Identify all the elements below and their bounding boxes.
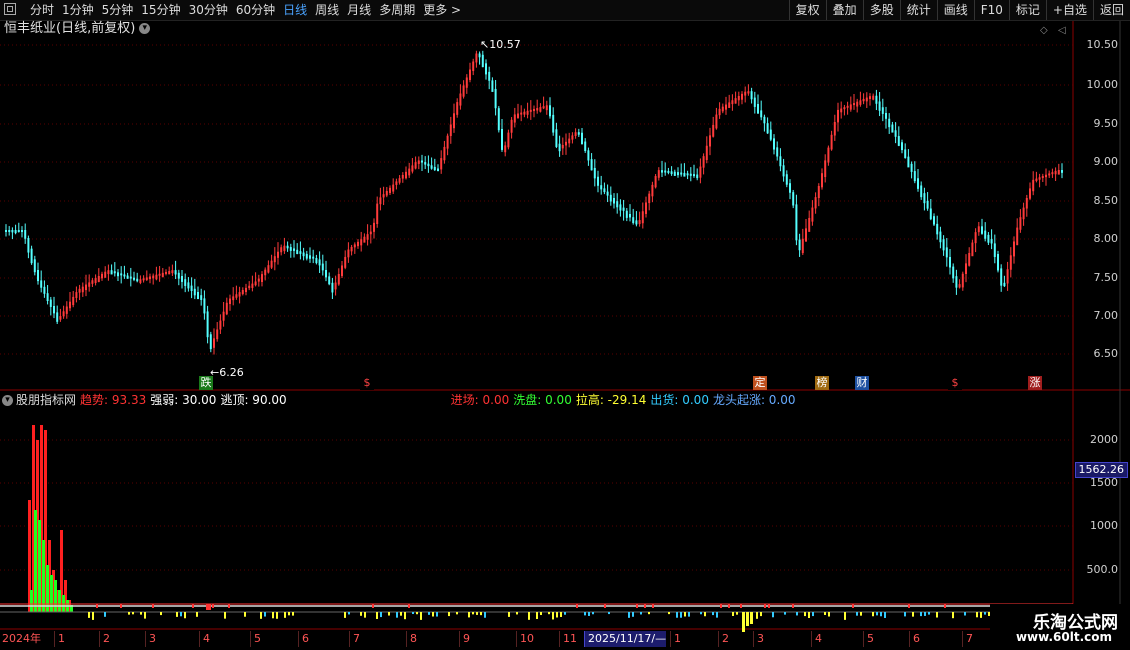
event-badge[interactable]: 涨 (1028, 376, 1042, 390)
indicator-item: 出货: 0.00 (650, 393, 709, 407)
date-label: 5 (863, 631, 874, 647)
event-badge[interactable]: 定 (753, 376, 767, 390)
indicator-item: 强弱: 30.00 (150, 393, 217, 407)
price-axis-label: 9.00 (1093, 155, 1119, 168)
date-label: 1 (54, 631, 65, 647)
price-axis-label: 7.50 (1093, 271, 1119, 284)
date-label: 10 (516, 631, 534, 647)
watermark-url: www.60lt.com (1015, 630, 1112, 644)
indicator-name[interactable]: 股朋指标网 (16, 393, 76, 407)
indicator-item: 拉高: -29.14 (575, 393, 647, 407)
indicator-item: 洗盘: 0.00 (513, 393, 572, 407)
event-badge[interactable]: 榜 (815, 376, 829, 390)
event-badge[interactable]: 财 (855, 376, 869, 390)
date-label: 2 (99, 631, 110, 647)
price-axis-label: 8.50 (1093, 194, 1119, 207)
event-badge[interactable]: $ (948, 376, 962, 390)
date-label: 2 (718, 631, 729, 647)
date-label: 11 (559, 631, 577, 647)
date-label: 2025/11/17/— (584, 631, 667, 647)
indicator-axis-label: 500.0 (1086, 563, 1119, 576)
date-label: 3 (145, 631, 156, 647)
date-label: 1 (670, 631, 681, 647)
watermark: 乐淘公式网 www.60lt.com (990, 604, 1130, 650)
event-badge[interactable]: 跌 (199, 376, 213, 390)
event-badge[interactable]: $ (360, 376, 374, 390)
date-label: 6 (909, 631, 920, 647)
indicator-item: 进场: 0.00 (450, 393, 510, 407)
price-axis-label: 6.50 (1093, 347, 1119, 360)
indicator-item: 趋势: 93.33 (80, 393, 147, 407)
date-label: 4 (811, 631, 822, 647)
indicator-axis-label: 2000 (1090, 433, 1118, 446)
indicator-header: ▾ 股朋指标网 趋势: 93.33 强弱: 30.00 逃顶: 90.00 进场: 0.0… (2, 392, 804, 408)
indicator-value-badge: 1562.26 (1074, 462, 1128, 478)
price-axis-label: 9.50 (1093, 117, 1119, 130)
date-label: 4 (199, 631, 210, 647)
date-label: 7 (962, 631, 973, 647)
date-label: 5 (250, 631, 261, 647)
price-axis-label: 7.00 (1093, 309, 1119, 322)
high-marker: ↖10.57 (480, 38, 521, 51)
indicator-item: 龙头起涨: 0.00 (712, 393, 796, 407)
date-axis: 2024年 1 2 3 4 5 6 7 8 9 10 11 2025/11/17/— 1 2 3 4 5 6 7 (0, 631, 1075, 650)
date-label: 8 (406, 631, 417, 647)
date-label: 9 (459, 631, 470, 647)
price-axis-label: 10.50 (1086, 38, 1119, 51)
date-label: 6 (298, 631, 309, 647)
chart-canvas[interactable] (0, 0, 1130, 650)
indicator-item: 逃顶: 90.00 (220, 393, 287, 407)
low-marker: ←6.26 (210, 366, 244, 379)
price-axis-label: 8.00 (1093, 232, 1119, 245)
date-label: 2024年 (2, 632, 41, 645)
date-label: 3 (753, 631, 764, 647)
chevron-down-icon[interactable]: ▾ (2, 395, 13, 406)
price-axis-label: 10.00 (1086, 78, 1119, 91)
date-label: 7 (349, 631, 360, 647)
indicator-axis-label: 1000 (1090, 519, 1118, 532)
